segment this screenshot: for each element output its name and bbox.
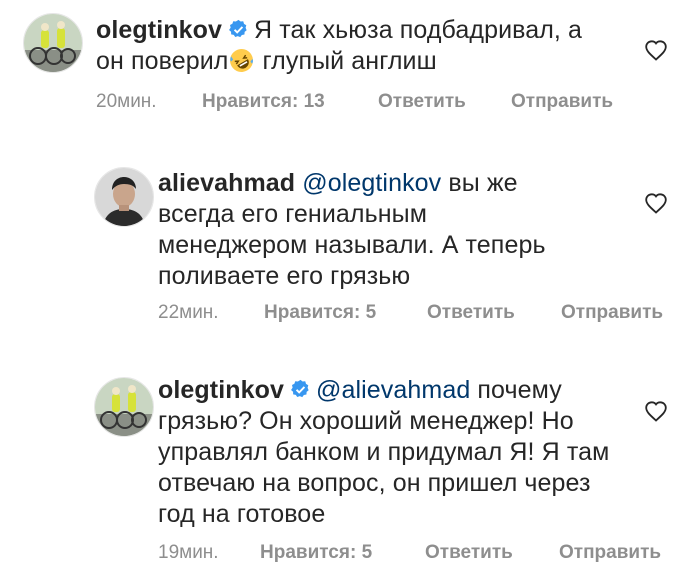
username[interactable]: olegtinkov [158, 376, 284, 404]
likes-count[interactable]: Нравится: 5 [264, 302, 376, 324]
verified-badge-icon [228, 19, 249, 40]
like-heart-icon[interactable] [644, 192, 668, 214]
comment-body-line2: он поверил [96, 47, 229, 75]
rolling-on-floor-laughing-emoji-icon [229, 48, 254, 73]
likes-count[interactable]: Нравится: 13 [202, 91, 325, 113]
mention-link[interactable]: @olegtinkov [302, 169, 441, 197]
comment: olegtinkov Я так хьюза подбадривал, а он … [0, 0, 700, 130]
comment-body: Я так хьюза подбадривал, а [254, 16, 583, 44]
comment-time[interactable]: 22мин. [158, 302, 219, 324]
verified-badge-icon [290, 379, 311, 400]
send-button[interactable]: Отправить [559, 542, 661, 564]
comment-meta: 19мин. Нравится: 5 Ответить Отправить [158, 542, 698, 566]
comment-text: olegtinkov @alievahmad почему грязью? Он … [158, 375, 618, 530]
comment-reply: olegtinkov @alievahmad почему грязью? Он … [0, 365, 700, 587]
avatar-cyclists-image [95, 378, 153, 436]
comment-reply: alievahmad @olegtinkov вы же всегда его … [0, 155, 700, 335]
avatar-person-image [95, 168, 153, 226]
comment-text: olegtinkov Я так хьюза подбадривал, а он … [96, 15, 636, 77]
reply-button[interactable]: Ответить [425, 542, 513, 564]
likes-count[interactable]: Нравится: 5 [260, 542, 372, 564]
send-button[interactable]: Отправить [511, 91, 613, 113]
mention-link[interactable]: @alievahmad [316, 376, 470, 404]
comment-meta: 20мин. Нравится: 13 Ответить Отправить [96, 91, 656, 115]
comment-body-line2-end: глупый англиш [255, 47, 437, 75]
avatar[interactable] [94, 167, 154, 227]
avatar[interactable] [94, 377, 154, 437]
reply-button[interactable]: Ответить [378, 91, 466, 113]
send-button[interactable]: Отправить [561, 302, 663, 324]
comment-time[interactable]: 20мин. [96, 91, 157, 113]
like-heart-icon[interactable] [644, 400, 668, 422]
comment-time[interactable]: 19мин. [158, 542, 219, 564]
comment-meta: 22мин. Нравится: 5 Ответить Отправить [158, 302, 698, 326]
reply-button[interactable]: Ответить [427, 302, 515, 324]
username[interactable]: olegtinkov [96, 16, 222, 44]
username[interactable]: alievahmad [158, 169, 295, 197]
avatar-cyclists-image [24, 14, 82, 72]
comment-text: alievahmad @olegtinkov вы же всегда его … [158, 168, 558, 292]
like-heart-icon[interactable] [644, 39, 668, 61]
avatar[interactable] [23, 13, 83, 73]
